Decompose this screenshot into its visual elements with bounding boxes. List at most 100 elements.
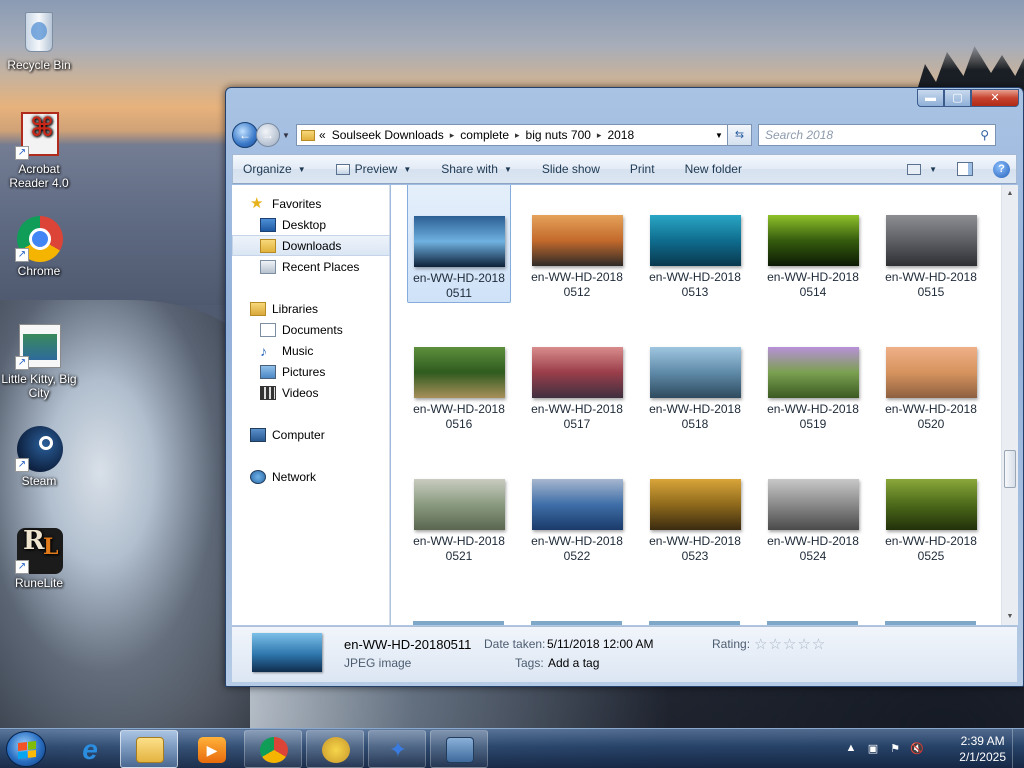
file-thumbnail[interactable]: en-WW-HD-2018 0524 [761, 439, 865, 567]
taskbar-media-player[interactable]: ▶ [182, 730, 240, 768]
runelite-icon: R L ↗ [15, 526, 63, 574]
desktop-icon-chrome[interactable]: ↗ Chrome [1, 214, 77, 278]
breadcrumb-soulseek-downloads[interactable]: Soulseek Downloads [332, 128, 444, 142]
preview-button[interactable]: Preview ▼ [335, 162, 411, 176]
help-icon[interactable]: ? [993, 160, 1010, 178]
file-thumbnail[interactable]: en-WW-HD-2018 0522 [525, 439, 629, 567]
nav-libraries[interactable]: Libraries [232, 298, 390, 319]
change-view-icon[interactable] [907, 163, 922, 175]
file-thumbnail[interactable]: en-WW-HD-2018 0518 [643, 307, 747, 435]
music-icon: ♪ [260, 342, 267, 359]
taskbar-network-app[interactable] [430, 730, 488, 768]
print-button[interactable]: Print [630, 162, 655, 176]
clock[interactable]: 2:39 AM 2/1/2025 [959, 733, 1006, 765]
close-button[interactable]: ✕ [971, 89, 1019, 107]
show-hidden-icons-icon[interactable]: ▲ [844, 742, 858, 756]
taskbar-bird-app[interactable]: ✦ [368, 730, 426, 768]
breadcrumb-separator-icon[interactable]: ▸ [515, 130, 520, 141]
nav-favorites[interactable]: ★ Favorites [232, 193, 390, 214]
file-thumbnail[interactable]: en-WW-HD-2018 0513 [643, 185, 747, 303]
taskbar-internet-explorer[interactable]: e [60, 730, 118, 768]
action-center-icon[interactable]: ⚑ [888, 742, 902, 756]
vertical-scrollbar[interactable]: ▲ ▼ [1001, 185, 1018, 625]
recent-pages-dropdown[interactable]: ▼ [280, 131, 292, 140]
nav-label: Recent Places [282, 259, 360, 274]
desktop-icon-steam[interactable]: ↗ Steam [1, 424, 77, 488]
scroll-down-icon[interactable]: ▼ [1002, 608, 1018, 625]
shortcut-arrow-icon: ↗ [15, 146, 29, 160]
shortcut-arrow-icon: ↗ [15, 356, 29, 370]
file-thumbnail[interactable]: en-WW-HD-2018 0525 [879, 439, 983, 567]
file-thumbnail[interactable]: en-WW-HD-2018 0516 [407, 307, 511, 435]
breadcrumb-separator-icon[interactable]: ▸ [597, 130, 602, 141]
tags-label: Tags: [515, 656, 544, 670]
search-icon[interactable]: ⚲ [980, 128, 989, 142]
file-thumbnail-partial[interactable] [531, 621, 622, 625]
clock-date: 2/1/2025 [959, 750, 1006, 764]
nav-downloads[interactable]: Downloads [232, 235, 390, 256]
file-thumbnail[interactable]: en-WW-HD-2018 0511 [407, 185, 511, 303]
breadcrumb-2018[interactable]: 2018 [607, 128, 634, 142]
search-input[interactable]: Search 2018 ⚲ [758, 124, 996, 146]
file-thumbnail[interactable]: en-WW-HD-2018 0520 [879, 307, 983, 435]
volume-muted-icon[interactable]: 🔇 [910, 742, 924, 756]
desktop-icon-recycle-bin[interactable]: Recycle Bin [1, 8, 77, 72]
show-desktop-button[interactable] [1012, 729, 1024, 768]
minimize-button[interactable]: ▬ [917, 89, 944, 107]
preview-pane-icon[interactable] [957, 162, 973, 176]
desktop-icon-little-kitty[interactable]: ↗ Little Kitty, Big City [1, 322, 77, 400]
network-status-icon[interactable]: ▣ [866, 742, 880, 756]
nav-documents[interactable]: Documents [232, 319, 390, 340]
organize-button[interactable]: Organize ▼ [243, 162, 306, 176]
file-thumbnail-partial[interactable] [767, 621, 858, 625]
scroll-up-icon[interactable]: ▲ [1002, 185, 1018, 202]
address-bar[interactable]: « Soulseek Downloads ▸ complete ▸ big nu… [296, 124, 728, 146]
share-with-button[interactable]: Share with ▼ [441, 162, 512, 176]
maximize-button[interactable]: ▢ [944, 89, 971, 107]
date-taken-value[interactable]: 5/11/2018 12:00 AM [547, 637, 654, 651]
nav-computer[interactable]: Computer [232, 424, 390, 445]
nav-desktop[interactable]: Desktop [232, 214, 390, 235]
new-folder-button[interactable]: New folder [685, 162, 742, 176]
address-dropdown-icon[interactable]: ▼ [711, 131, 727, 140]
file-thumbnail-partial[interactable] [413, 621, 504, 625]
file-thumbnail-partial[interactable] [885, 621, 976, 625]
breadcrumb-complete[interactable]: complete [460, 128, 509, 142]
image-preview [767, 347, 859, 398]
taskbar-file-explorer[interactable] [120, 730, 178, 768]
file-thumbnail[interactable]: en-WW-HD-2018 0512 [525, 185, 629, 303]
nav-network[interactable]: Network [232, 466, 390, 487]
file-thumbnail[interactable]: en-WW-HD-2018 0521 [407, 439, 511, 567]
back-button[interactable]: ← [232, 122, 258, 148]
chevron-down-icon[interactable]: ▼ [929, 165, 937, 174]
start-button[interactable] [6, 731, 46, 767]
slide-show-button[interactable]: Slide show [542, 162, 600, 176]
file-thumbnail[interactable]: en-WW-HD-2018 0514 [761, 185, 865, 303]
explorer-window[interactable]: ▬ ▢ ✕ ← → ▼ « Soulseek Downloads ▸ compl… [225, 87, 1024, 687]
desktop-icon-runelite[interactable]: R L ↗ RuneLite [1, 526, 77, 590]
file-thumbnail-partial[interactable] [649, 621, 740, 625]
forward-button[interactable]: → [256, 123, 280, 147]
tags-value[interactable]: Add a tag [548, 656, 599, 670]
scrollbar-thumb[interactable] [1004, 450, 1016, 488]
nav-label: Desktop [282, 217, 327, 232]
file-name-line1: en-WW-HD-2018 [531, 534, 623, 548]
file-thumbnail[interactable]: en-WW-HD-2018 0517 [525, 307, 629, 435]
nav-videos[interactable]: Videos [232, 382, 390, 403]
breadcrumb-big-nuts-700[interactable]: big nuts 700 [526, 128, 591, 142]
rating-stars[interactable]: ☆☆☆☆☆ [754, 635, 826, 653]
breadcrumb-separator-icon[interactable]: ▸ [450, 130, 455, 141]
file-name-line1: en-WW-HD-2018 [531, 402, 623, 416]
breadcrumb-overflow[interactable]: « [319, 128, 326, 142]
desktop-icon-acrobat[interactable]: ⌘ ↗ Acrobat Reader 4.0 [1, 112, 77, 190]
nav-music[interactable]: ♪ Music [232, 340, 390, 361]
nav-pictures[interactable]: Pictures [232, 361, 390, 382]
file-thumbnail[interactable]: en-WW-HD-2018 0519 [761, 307, 865, 435]
image-preview [531, 215, 623, 266]
taskbar-chrome[interactable] [244, 730, 302, 768]
refresh-button[interactable]: ⇆ [728, 124, 752, 146]
file-thumbnail[interactable]: en-WW-HD-2018 0515 [879, 185, 983, 303]
nav-recent-places[interactable]: Recent Places [232, 256, 390, 277]
file-thumbnail[interactable]: en-WW-HD-2018 0523 [643, 439, 747, 567]
taskbar-bee-app[interactable] [306, 730, 364, 768]
